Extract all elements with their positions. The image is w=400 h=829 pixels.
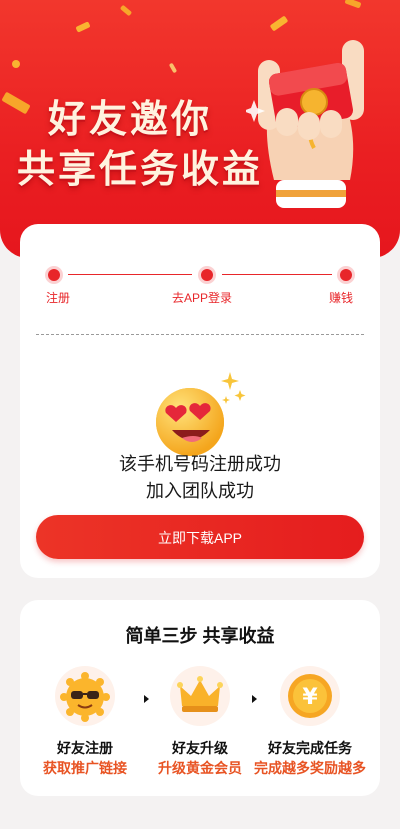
dashed-divider	[36, 334, 364, 335]
how-it-works-title: 简单三步 共享收益	[125, 626, 275, 646]
hero-banner: 好友邀你 共享任务收益	[0, 0, 400, 258]
download-app-button[interactable]: 立即下载APP	[36, 515, 364, 559]
hero-title-line2: 共享任务收益	[16, 149, 263, 191]
registration-result-card: 注册 去APP登录 赚钱 该手机号码注册成功 加入团队成功 立即下载APP	[20, 224, 380, 578]
step-connector	[68, 274, 192, 275]
feature-desc: 获取推广链接	[43, 760, 127, 776]
heart-eyes-emoji-icon	[156, 372, 246, 456]
hand-red-envelope-icon	[246, 40, 364, 208]
how-it-works-card: 简单三步 共享收益 好友注册 获取推广链接 好友升级 升级黄金会员 ¥ 好友完成…	[20, 600, 380, 796]
yen-coin-icon: ¥	[280, 666, 340, 726]
confetti-decoration	[168, 62, 178, 74]
feature-register: 好友注册 获取推广链接	[20, 666, 150, 786]
confetti-decoration	[75, 21, 91, 33]
step-connector	[222, 274, 332, 275]
step-label-register: 注册	[46, 291, 71, 305]
confetti-decoration	[344, 0, 362, 9]
step-dot-earn	[340, 269, 352, 281]
feature-name: 好友注册	[57, 740, 113, 756]
progress-steps: 注册 去APP登录 赚钱	[20, 224, 380, 314]
join-team-success-text: 加入团队成功	[146, 481, 254, 501]
confetti-decoration	[12, 60, 20, 68]
crown-icon	[170, 666, 230, 726]
step-label-earn: 赚钱	[329, 291, 354, 305]
confetti-decoration	[119, 4, 133, 17]
hero-title-line1: 好友邀你	[47, 99, 212, 141]
feature-complete-task: ¥ 好友完成任务 完成越多奖励越多	[245, 666, 375, 786]
register-success-text: 该手机号码注册成功	[119, 454, 281, 474]
feature-desc: 完成越多奖励越多	[254, 760, 366, 776]
sunglasses-emoji-icon	[55, 666, 115, 726]
svg-text:¥: ¥	[302, 685, 318, 710]
feature-name: 好友完成任务	[268, 740, 352, 756]
step-dot-login	[201, 269, 213, 281]
step-dot-register	[48, 269, 60, 281]
step-label-login: 去APP登录	[172, 291, 233, 305]
